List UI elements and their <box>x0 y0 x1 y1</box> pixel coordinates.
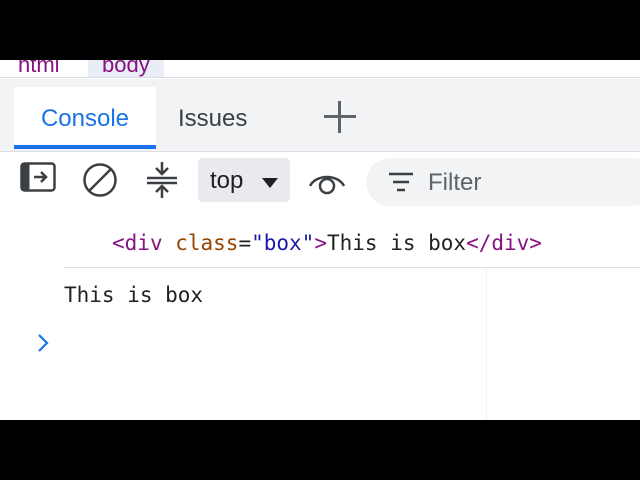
eye-icon[interactable] <box>308 168 346 196</box>
console-toolbar: top Filter <box>0 152 640 306</box>
breadcrumb-divider <box>0 77 640 78</box>
message-divider <box>64 267 640 268</box>
attr-name: class <box>162 231 239 255</box>
console-prompt-input[interactable] <box>64 328 484 358</box>
attr-value: "box" <box>251 231 315 255</box>
context-selector[interactable]: top <box>198 158 290 202</box>
tab-console[interactable]: Console <box>14 87 156 147</box>
column-divider <box>486 268 487 420</box>
devtools-panel: html body Console Issues top Filter <div… <box>0 60 640 420</box>
filter-icon <box>388 171 414 193</box>
drawer-tab-bar: Console Issues <box>0 79 640 151</box>
active-tab-indicator <box>14 145 156 149</box>
sidebar-toggle-icon[interactable] <box>20 162 56 192</box>
chevron-down-icon <box>262 178 278 188</box>
tag-name: div <box>124 231 163 255</box>
tag-open-lt: < <box>112 231 125 255</box>
element-text: This is box <box>326 231 467 255</box>
console-output: <div class="box">This is box</div> This … <box>0 214 640 420</box>
attr-equals: = <box>238 231 252 255</box>
tag-open-gt: > <box>314 231 327 255</box>
breadcrumb: html body <box>0 60 640 78</box>
tag-close: </div> <box>466 231 542 255</box>
breadcrumb-item-body[interactable]: body <box>88 60 164 78</box>
filter-placeholder: Filter <box>428 169 482 196</box>
chevron-right-icon <box>36 332 50 354</box>
console-message-element[interactable]: <div class="box">This is box</div> <box>112 228 542 258</box>
tab-issues[interactable]: Issues <box>178 87 247 147</box>
clear-console-icon[interactable] <box>82 162 118 198</box>
breadcrumb-item-html[interactable]: html <box>18 60 60 78</box>
plus-icon[interactable] <box>322 99 358 135</box>
collapse-icon[interactable] <box>144 160 180 200</box>
console-message-text: This is box <box>64 283 204 307</box>
context-label: top <box>210 167 244 194</box>
filter-input[interactable]: Filter <box>366 158 640 206</box>
